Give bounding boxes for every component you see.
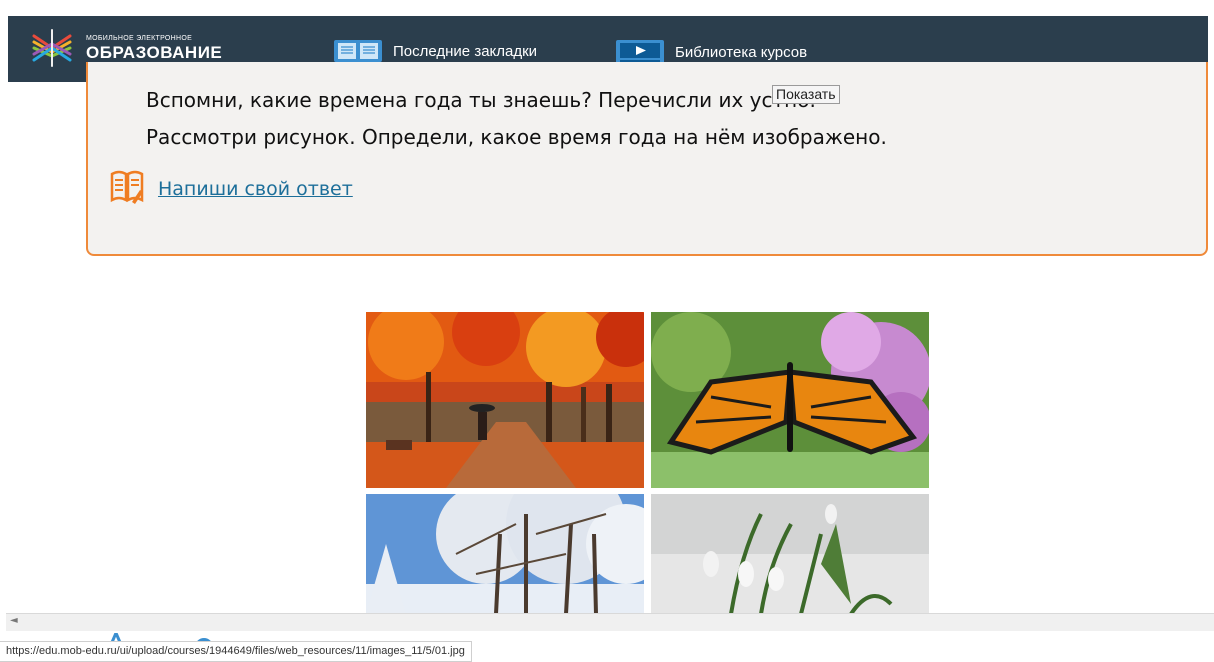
task-card: Вспомни, какие времена года ты знаешь? П… [86, 62, 1208, 256]
book-icon [333, 38, 383, 64]
task-question-2: Рассмотри рисунок. Определи, какое время… [146, 125, 887, 149]
brand-subtitle: МОБИЛЬНОЕ ЭЛЕКТРОННОЕ [86, 35, 193, 42]
write-answer-icon[interactable] [110, 168, 144, 210]
task-question-1: Вспомни, какие времена года ты знаешь? П… [146, 88, 816, 112]
write-answer-link[interactable]: Напиши свой ответ [158, 178, 353, 200]
autumn-park-image[interactable] [366, 312, 644, 488]
tooltip-show: Показать [772, 85, 840, 104]
snowdrops-image[interactable] [651, 494, 929, 614]
logo-icon[interactable] [28, 26, 76, 70]
brand-title: ОБРАЗОВАНИЕ [86, 43, 223, 62]
nav-recent-bookmarks[interactable]: Последние закладки [333, 38, 537, 64]
status-bar-url: https://edu.mob-edu.ru/ui/upload/courses… [0, 641, 472, 662]
horizontal-scrollbar[interactable]: ◄ [6, 613, 1214, 631]
scroll-left-icon[interactable]: ◄ [10, 615, 18, 626]
nav-recent-bookmarks-label: Последние закладки [393, 42, 538, 60]
nav-course-library-label: Библиотека курсов [675, 43, 808, 61]
butterfly-flowers-image[interactable] [651, 312, 929, 488]
snowy-trees-image[interactable] [366, 494, 644, 614]
answer-row: Напиши свой ответ [110, 168, 353, 210]
